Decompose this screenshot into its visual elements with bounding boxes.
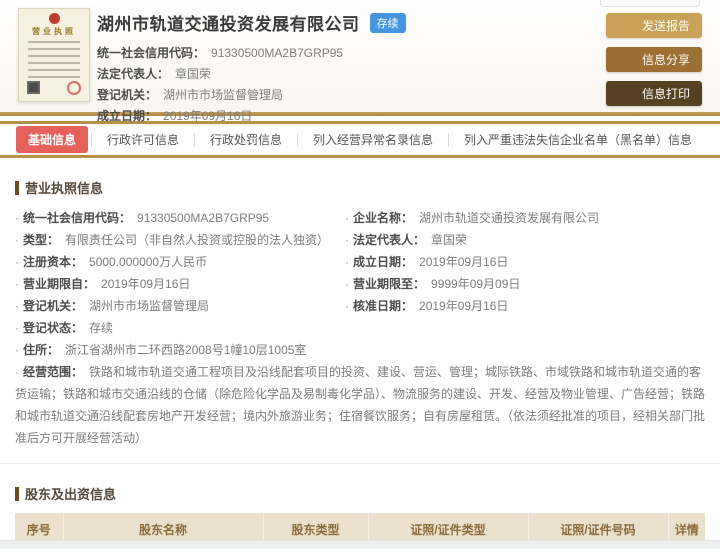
field-label: 统一社会信用代码： [23,211,132,225]
field-label: 核准日期： [353,299,414,313]
cutoff-toolbar-remnant [600,0,700,7]
field-row: 法定代表人： 章国荣 [97,64,577,85]
tab-blacklist[interactable]: 列入严重违法失信企业名单（黑名单）信息 [452,126,704,153]
tab-basic-info[interactable]: 基础信息 [16,126,89,153]
field-value: 2019年09月16日 [419,255,509,269]
field-row: 注册资本： 5000.000000万人民币 [15,251,345,273]
field-value: 湖州市轨道交通投资发展有限公司 [419,211,600,225]
header-fields: 统一社会信用代码： 91330500MA2B7GRP95 法定代表人： 章国荣 登记… [97,43,577,127]
field-row: 统一社会信用代码： 91330500MA2B7GRP95 [97,43,577,64]
license-text-lines [28,41,80,81]
title-row: 湖州市轨道交通投资发展有限公司 存续 [97,10,577,35]
field-row: 法定代表人： 章国荣 [345,229,705,251]
license-fields-grid: 统一社会信用代码： 91330500MA2B7GRP95 类型： 有限责任公司（非自… [15,207,705,339]
field-label: 法定代表人： [353,233,426,247]
field-row: 企业名称： 湖州市轨道交通投资发展有限公司 [345,207,705,229]
field-row: 营业期限至： 9999年09月09日 [345,273,705,295]
field-label: 注册资本： [23,255,84,269]
field-value: 2019年09月16日 [101,277,191,291]
status-badge: 存续 [369,12,406,33]
license-caption: 营业执照 [32,27,76,36]
field-label: 营业期限至： [353,277,426,291]
tab-divider [296,132,298,147]
header: 营业执照 湖州市轨道交通投资发展有限公司 存续 统一社会信用代码： 9133050… [0,0,720,123]
license-fields-left: 统一社会信用代码： 91330500MA2B7GRP95 类型： 有限责任公司（非自… [15,207,345,339]
tab-abnormal-operation[interactable]: 列入经营异常名录信息 [301,126,445,153]
field-value: 湖州市市场监督管理局 [163,88,284,102]
field-label: 成立日期： [97,109,158,123]
field-row: 类型： 有限责任公司（非自然人投资或控股的法人独资） [15,229,345,251]
field-label: 住所： [23,343,60,357]
field-value: 91330500MA2B7GRP95 [211,46,344,60]
business-license-thumbnail[interactable]: 营业执照 [18,8,90,102]
license-fields-right: 企业名称： 湖州市轨道交通投资发展有限公司 法定代表人： 章国荣 成立日期： 2019… [345,207,705,339]
section-bar-icon [15,486,19,501]
header-main: 湖州市轨道交通投资发展有限公司 存续 统一社会信用代码： 91330500MA2B… [97,10,577,127]
field-value: 91330500MA2B7GRP95 [137,211,270,225]
company-profile-page: 营业执照 湖州市轨道交通投资发展有限公司 存续 统一社会信用代码： 9133050… [0,0,720,549]
tab-admin-penalty[interactable]: 行政处罚信息 [198,126,294,153]
field-value: 2019年09月16日 [163,109,253,123]
field-label: 统一社会信用代码： [97,46,206,60]
tab-divider [91,132,92,147]
footer-strip [0,540,720,549]
field-label: 法定代表人： [97,67,170,81]
field-row: 营业期限自： 2019年09月16日 [15,273,345,295]
field-label: 登记机关： [23,299,84,313]
main-content: 营业执照信息 统一社会信用代码： 91330500MA2B7GRP95 类型： 有限… [0,178,720,549]
field-value: 5000.000000万人民币 [89,255,208,269]
field-row: 统一社会信用代码： 91330500MA2B7GRP95 [15,207,345,229]
field-label: 登记状态： [23,321,84,335]
field-value: 湖州市市场监督管理局 [89,299,210,313]
field-label: 类型： [23,233,60,247]
section-divider [0,463,720,464]
red-stamp-icon [67,81,81,95]
field-label: 营业期限自： [23,277,96,291]
field-value: 9999年09月09日 [431,277,521,291]
field-value: 铁路和城市轨道交通工程项目及沿线配套项目的投资、建设、营运、管理；城际铁路、市域… [15,365,706,445]
tab-admin-license[interactable]: 行政许可信息 [95,126,191,153]
field-row: 登记机关： 湖州市市场监督管理局 [15,295,345,317]
license-section-title: 营业执照信息 [15,178,705,197]
tab-divider [447,132,449,147]
field-row: 成立日期： 2019年09月16日 [97,106,577,127]
field-label: 成立日期： [353,255,414,269]
send-report-button[interactable]: 发送报告 [606,13,702,38]
field-value: 有限责任公司（非自然人投资或控股的法人独资） [65,233,330,247]
field-row: 成立日期： 2019年09月16日 [345,251,705,273]
section-bar-icon [15,180,19,195]
qr-code-icon [27,81,40,94]
field-value: 2019年09月16日 [419,299,509,313]
field-label: 经营范围： [23,365,84,379]
company-name: 湖州市轨道交通投资发展有限公司 [97,15,360,34]
national-emblem-icon [48,13,60,24]
field-label: 登记机关： [97,88,158,102]
section-title-text: 营业执照信息 [25,181,104,196]
business-scope-field: 经营范围：铁路和城市轨道交通工程项目及沿线配套项目的投资、建设、营运、管理；城际… [15,361,705,449]
field-value: 存续 [89,321,114,335]
tab-divider [193,132,195,147]
header-actions: 发送报告 信息分享 信息打印 [606,13,702,106]
print-info-button[interactable]: 信息打印 [606,81,702,106]
address-field: 住所： 浙江省湖州市二环西路2008号1幢10层1005室 [15,339,705,361]
field-row: 核准日期： 2019年09月16日 [345,295,705,317]
field-value: 浙江省湖州市二环西路2008号1幢10层1005室 [65,343,307,357]
field-value: 章国荣 [175,67,212,81]
shareholders-section-title: 股东及出资信息 [15,484,705,503]
share-info-button[interactable]: 信息分享 [606,47,702,72]
field-value: 章国荣 [431,233,468,247]
section-title-text: 股东及出资信息 [25,487,117,502]
field-row: 登记机关： 湖州市市场监督管理局 [97,85,577,106]
field-label: 企业名称： [353,211,414,225]
field-row: 登记状态： 存续 [15,317,345,339]
